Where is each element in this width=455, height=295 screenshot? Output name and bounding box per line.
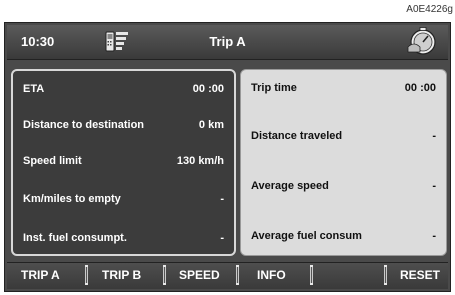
inst-fuel-consumption-label: Inst. fuel consumpt.	[23, 232, 127, 244]
average-speed-label: Average speed	[251, 180, 329, 192]
softkey-divider	[236, 265, 239, 285]
average-speed-value: -	[432, 180, 436, 192]
inst-fuel-consumption-value: -	[220, 232, 224, 244]
distance-traveled-label: Distance traveled	[251, 130, 343, 142]
range-to-empty-label: Km/miles to empty	[23, 193, 121, 205]
speed-softkey[interactable]: SPEED	[179, 268, 220, 282]
distance-to-destination-label: Distance to destination	[23, 119, 145, 131]
trip-time-label: Trip time	[251, 82, 297, 94]
trip-time-value: 00 :00	[404, 82, 436, 94]
softkey-divider	[163, 265, 166, 285]
distance-traveled-value: -	[432, 130, 436, 142]
header-bar: 10:30 Trip A	[7, 25, 448, 60]
info-softkey[interactable]: INFO	[257, 268, 286, 282]
figure-code: A0E4226g	[406, 4, 453, 15]
trip-a-softkey[interactable]: TRIP A	[21, 268, 60, 282]
speed-limit-label: Speed limit	[23, 155, 82, 167]
trip-b-softkey[interactable]: TRIP B	[102, 268, 141, 282]
softkey-divider	[384, 265, 387, 285]
eta-value: 00 :00	[192, 83, 224, 95]
trip-info-left-panel: ETA 00 :00 Distance to destination 0 km …	[11, 69, 236, 256]
average-fuel-consumption-value: -	[432, 230, 436, 242]
speed-limit-value: 130 km/h	[176, 155, 224, 167]
range-to-empty-value: -	[220, 193, 224, 205]
softkey-bar: TRIP A TRIP B SPEED INFO RESET	[7, 262, 448, 289]
nav-screen: 10:30 Trip A ETA 00 :00 Distance to dest…	[4, 22, 451, 292]
softkey-divider	[310, 265, 313, 285]
header-title: Trip A	[209, 34, 246, 49]
softkey-divider	[85, 265, 88, 285]
distance-to-destination-value: 0 km	[198, 119, 224, 131]
reset-softkey[interactable]: RESET	[400, 268, 440, 282]
average-fuel-consumption-label: Average fuel consum	[251, 230, 362, 242]
eta-label: ETA	[23, 83, 45, 95]
trip-computer-icon	[407, 27, 436, 55]
trip-info-right-panel: Trip time 00 :00 Distance traveled - Ave…	[240, 69, 447, 256]
